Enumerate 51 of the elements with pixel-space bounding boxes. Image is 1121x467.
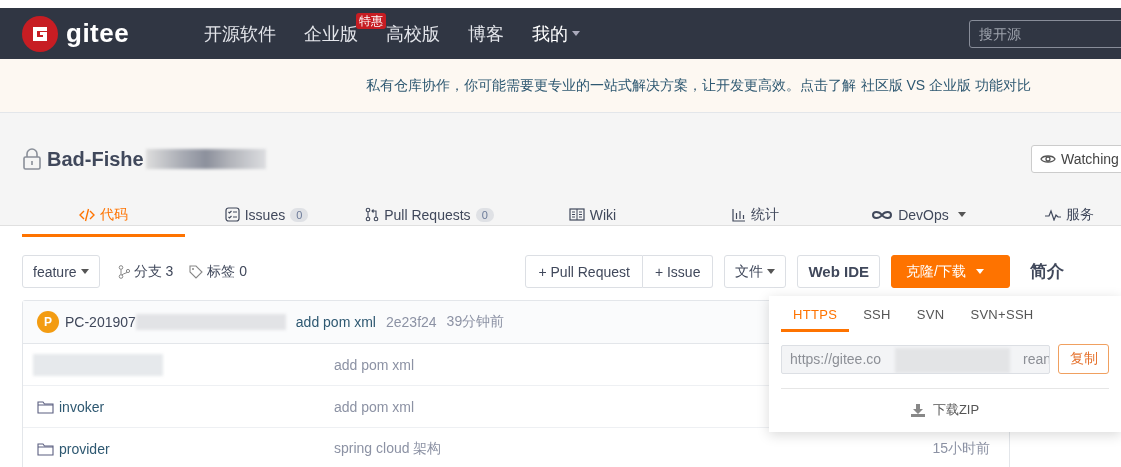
repo-tab[interactable]: Pull Requests 0 — [348, 195, 511, 237]
infinity-icon — [871, 208, 894, 221]
folder-link[interactable]: invoker — [59, 398, 105, 415]
branch-dropdown[interactable]: feature — [22, 255, 100, 288]
checklist-icon — [224, 207, 240, 222]
protocol-tab[interactable]: SVN+SSH — [958, 304, 1046, 332]
toolbar-button[interactable]: + Issue — [642, 255, 714, 288]
protocol-tab[interactable]: SVN — [904, 304, 957, 332]
nav-link[interactable]: 博客 — [454, 21, 518, 46]
branches-link[interactable]: 分支 3 — [117, 262, 174, 281]
folder-icon — [37, 399, 54, 414]
file-menu-button[interactable]: 文件 — [724, 255, 787, 288]
nav-link[interactable]: 我的 — [518, 21, 594, 46]
book-icon — [568, 208, 585, 221]
banner-text: 私有仓库协作，你可能需要更专业的一站式解决方案，让开发更高效。点击了解 — [365, 76, 856, 95]
avatar: P — [37, 311, 59, 333]
count-badge: 0 — [475, 207, 494, 222]
pulse-icon — [1045, 208, 1061, 221]
banner-link[interactable]: 社区版 VS 企业版 功能对比 — [860, 76, 1031, 95]
web-ide-button[interactable]: Web IDE — [797, 255, 880, 288]
repo-tab[interactable]: 服务 — [1000, 195, 1110, 237]
repo-name[interactable]: Bad-Fishe — [47, 147, 144, 171]
nav-badge: 特惠 — [356, 12, 386, 29]
file-time: 15小时前 — [932, 439, 990, 458]
commit-author[interactable]: PC-201907 — [65, 314, 136, 330]
repo-tab[interactable]: 统计 — [674, 195, 837, 237]
protocol-tab[interactable]: SSH — [851, 304, 903, 332]
logo-text[interactable]: gitee — [66, 18, 130, 49]
folder-icon — [37, 441, 54, 456]
commit-message[interactable]: add pom xml — [295, 314, 376, 330]
repo-tab[interactable]: DevOps — [837, 195, 1000, 237]
search-field[interactable]: 搜开源 — [969, 19, 1121, 48]
pull-request-icon — [365, 207, 380, 222]
folder-link[interactable]: provider — [59, 440, 110, 457]
eye-icon — [1040, 153, 1056, 165]
repo-tab[interactable]: Wiki — [511, 195, 674, 237]
code-icon — [79, 207, 95, 222]
repo-tab[interactable]: Issues 0 — [185, 195, 348, 237]
tag-icon — [189, 264, 204, 279]
toolbar-button[interactable]: + Pull Request — [525, 255, 643, 288]
watch-button[interactable]: Watching — [1031, 145, 1121, 173]
branch-icon — [117, 264, 130, 279]
download-zip-link[interactable]: 下载ZIP — [910, 401, 980, 419]
nav-link[interactable]: 开源软件 — [190, 21, 290, 46]
logo-icon[interactable] — [22, 15, 58, 52]
count-badge: 0 — [290, 207, 309, 222]
commit-time: 39分钟前 — [446, 313, 505, 331]
bar-chart-icon — [732, 207, 746, 222]
download-icon — [910, 403, 925, 417]
tags-link[interactable]: 标签 0 — [189, 262, 247, 281]
sidebar-heading: 简介 — [1030, 262, 1064, 281]
